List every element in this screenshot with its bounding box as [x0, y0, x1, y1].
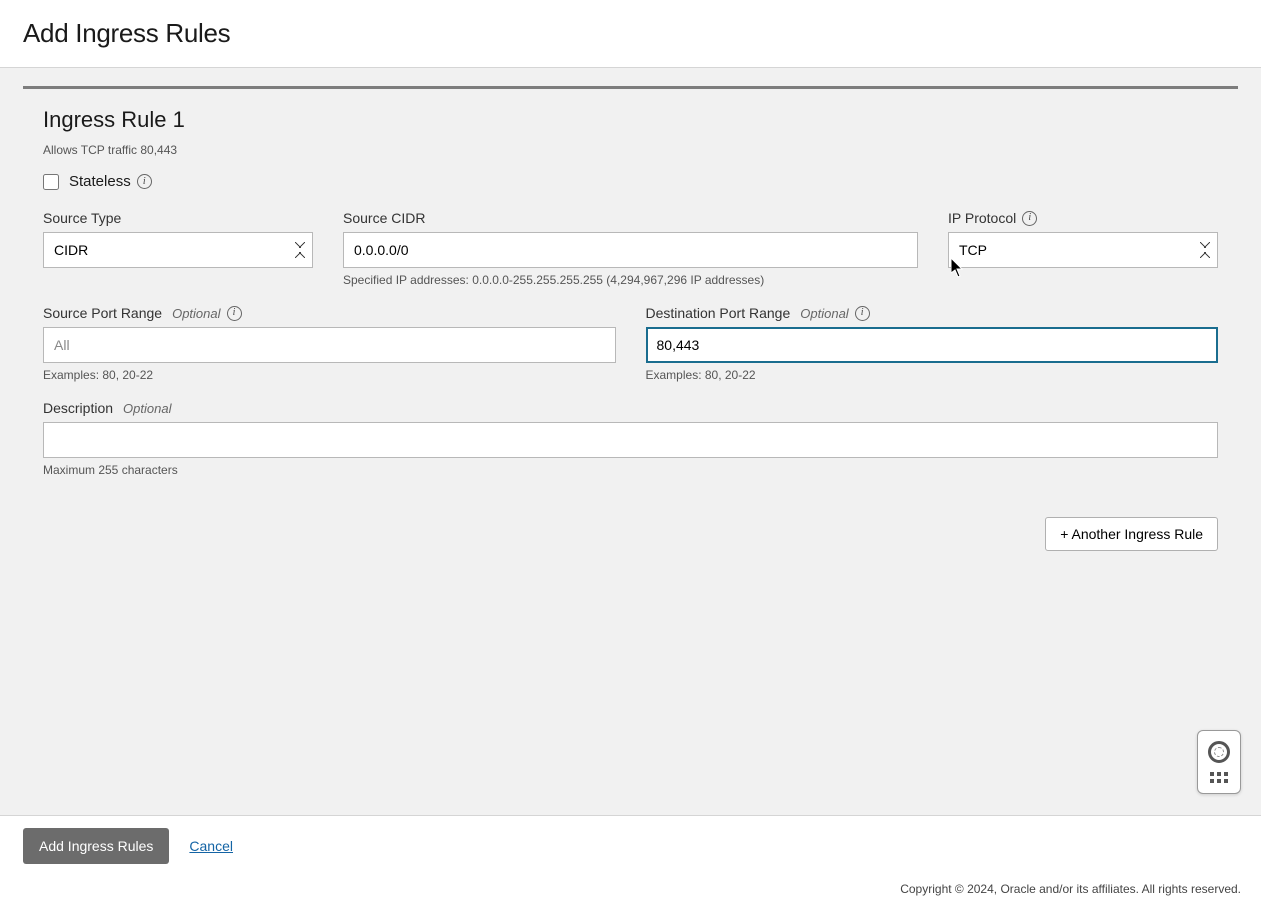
rule-title: Ingress Rule 1 [23, 107, 1238, 133]
source-cidr-label: Source CIDR [343, 210, 918, 226]
source-port-helper: Examples: 80, 20-22 [43, 368, 616, 382]
stateless-checkbox[interactable] [43, 174, 59, 190]
stateless-label[interactable]: Stateless [69, 173, 131, 190]
content-area: Ingress Rule 1 Allows TCP traffic 80,443… [0, 68, 1261, 815]
description-helper: Maximum 255 characters [43, 463, 1218, 477]
ip-protocol-select[interactable]: TCP [948, 232, 1218, 268]
dest-port-input[interactable] [646, 327, 1219, 363]
app-grid-icon [1210, 772, 1228, 783]
info-icon[interactable]: i [1022, 211, 1037, 226]
add-another-rule-button[interactable]: + Another Ingress Rule [1045, 517, 1218, 551]
page-header: Add Ingress Rules [0, 0, 1261, 68]
add-ingress-rules-button[interactable]: Add Ingress Rules [23, 828, 169, 864]
source-type-label: Source Type [43, 210, 313, 226]
source-port-input[interactable] [43, 327, 616, 363]
cancel-link[interactable]: Cancel [189, 838, 233, 854]
ip-protocol-label: IP Protocol i [948, 210, 1218, 226]
help-widget[interactable] [1197, 730, 1241, 794]
stateless-row: Stateless i [43, 173, 1218, 190]
dest-port-helper: Examples: 80, 20-22 [646, 368, 1219, 382]
source-port-label: Source Port Range Optional i [43, 305, 616, 321]
description-label: Description Optional [43, 400, 1218, 416]
info-icon[interactable]: i [137, 174, 152, 189]
source-cidr-input[interactable] [343, 232, 918, 268]
rule-subtitle: Allows TCP traffic 80,443 [23, 143, 1238, 157]
source-cidr-helper: Specified IP addresses: 0.0.0.0-255.255.… [343, 273, 918, 287]
ingress-rule-card: Ingress Rule 1 Allows TCP traffic 80,443… [23, 86, 1238, 551]
dest-port-label: Destination Port Range Optional i [646, 305, 1219, 321]
description-input[interactable] [43, 422, 1218, 458]
copyright-text: Copyright © 2024, Oracle and/or its affi… [0, 876, 1261, 904]
page-title: Add Ingress Rules [23, 18, 1238, 49]
info-icon[interactable]: i [227, 306, 242, 321]
info-icon[interactable]: i [855, 306, 870, 321]
footer-bar: Add Ingress Rules Cancel [0, 815, 1261, 876]
help-ring-icon [1208, 741, 1230, 763]
source-type-select[interactable]: CIDR [43, 232, 313, 268]
